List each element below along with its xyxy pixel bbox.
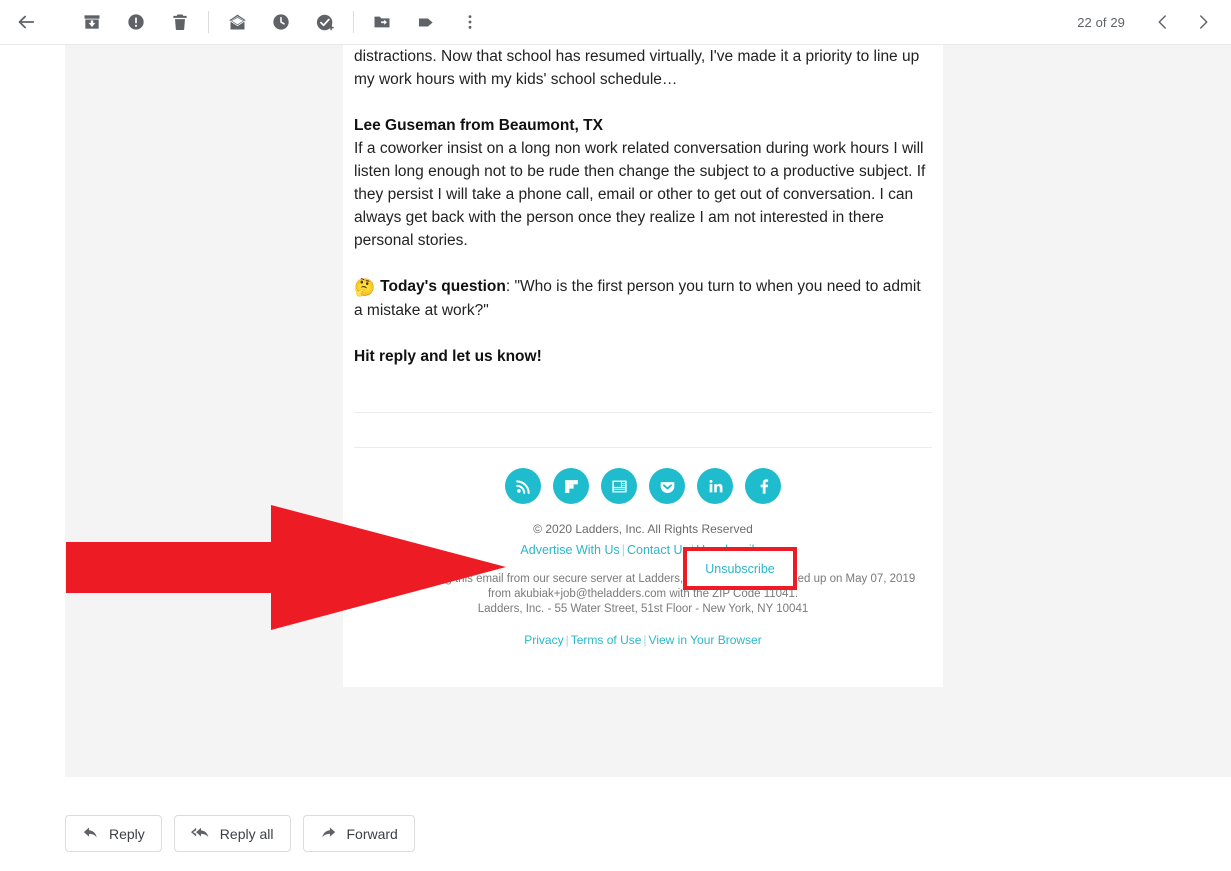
pocket-icon xyxy=(660,481,674,493)
message-toolbar: 22 of 29 xyxy=(0,0,1231,45)
flipboard-link[interactable] xyxy=(553,468,589,504)
delete-button[interactable] xyxy=(158,2,202,42)
link-separator-3: | xyxy=(565,633,569,647)
reply-all-button-label: Reply all xyxy=(219,825,274,842)
social-links-row xyxy=(343,468,943,504)
chevron-left-icon xyxy=(1158,15,1166,29)
back-button[interactable] xyxy=(4,2,48,42)
email-footer: © 2020 Ladders, Inc. All Rights Reserved… xyxy=(343,448,943,648)
toolbar-divider-2 xyxy=(353,11,354,33)
link-separator-2: | xyxy=(690,543,695,557)
facebook-link[interactable] xyxy=(745,468,781,504)
terms-of-use-link[interactable]: Terms of Use xyxy=(571,633,642,647)
archive-icon xyxy=(84,15,100,29)
reading-pane: under the same roof, it's even harder to… xyxy=(65,45,1231,777)
flipboard-icon xyxy=(564,479,578,493)
linkedin-icon xyxy=(708,479,722,492)
reply-button-label: Reply xyxy=(109,825,145,842)
more-options-button[interactable] xyxy=(448,2,492,42)
archive-button[interactable] xyxy=(70,2,114,42)
labels-button[interactable] xyxy=(404,2,448,42)
footer-links-primary: Advertise With Us | Contact Us | Unsubscribe xyxy=(343,542,943,558)
advertise-with-us-link[interactable]: Advertise With Us xyxy=(520,543,619,557)
add-to-tasks-icon xyxy=(316,14,334,30)
mark-unread-icon xyxy=(229,14,245,29)
view-in-browser-link[interactable]: View in Your Browser xyxy=(649,633,762,647)
copyright-text: © 2020 Ladders, Inc. All Rights Reserved xyxy=(533,522,753,536)
paragraph-spacer-1 xyxy=(354,91,932,114)
toolbar-divider-1 xyxy=(208,11,209,33)
move-to-button[interactable] xyxy=(360,2,404,42)
smartnews-link[interactable] xyxy=(601,468,637,504)
linkedin-link[interactable] xyxy=(697,468,733,504)
footer-divider-top xyxy=(354,412,932,413)
reply-arrow-icon xyxy=(83,827,97,838)
forward-arrow-icon xyxy=(321,827,335,838)
forward-button[interactable]: Forward xyxy=(302,815,415,852)
fineprint-line-3: Ladders, Inc. - 55 Water Street, 51st Fl… xyxy=(477,603,809,615)
snooze-button[interactable] xyxy=(259,2,303,42)
report-spam-button[interactable] xyxy=(114,2,158,42)
todays-question-block: 🤔 Today's question: "Who is the first per… xyxy=(354,275,932,322)
contributor-quote: If a coworker insist on a long non work … xyxy=(354,140,926,249)
message-counter: 22 of 29 xyxy=(1077,14,1125,30)
link-separator-1: | xyxy=(621,543,625,557)
fineprint-line-1: You're receiving this email from our sec… xyxy=(370,573,916,585)
thinking-face-emoji: 🤔 xyxy=(354,278,376,297)
report-spam-icon xyxy=(128,14,144,30)
mark-unread-button[interactable] xyxy=(215,2,259,42)
delete-icon xyxy=(173,14,187,31)
move-to-icon xyxy=(374,16,390,28)
smartnews-icon xyxy=(611,480,627,492)
rss-icon xyxy=(515,479,530,494)
unsubscribe-link[interactable]: Unsubscribe xyxy=(696,543,765,557)
paragraph-spacer-2 xyxy=(354,252,932,275)
chevron-right-icon xyxy=(1200,15,1208,29)
contact-us-link[interactable]: Contact Us xyxy=(627,543,689,557)
facebook-icon xyxy=(760,478,768,494)
paragraph-intro: distractions. Now that school has resume… xyxy=(354,48,920,88)
fineprint-block: You're receiving this email from our sec… xyxy=(343,572,943,617)
contributor-name: Lee Guseman from Beaumont, TX xyxy=(354,117,603,134)
more-options-icon xyxy=(468,15,472,29)
rss-link[interactable] xyxy=(505,468,541,504)
email-body: under the same roof, it's even harder to… xyxy=(343,45,943,368)
previous-message-button[interactable] xyxy=(1143,2,1183,42)
email-card: under the same roof, it's even harder to… xyxy=(343,45,943,687)
link-separator-4: | xyxy=(643,633,647,647)
reply-all-button[interactable]: Reply all xyxy=(173,815,291,852)
paragraph-spacer-3 xyxy=(354,322,932,345)
message-actions: Reply Reply all Forward xyxy=(65,815,415,852)
back-arrow-icon xyxy=(18,15,35,29)
fineprint-line-2: from akubiak+job@theladders.com with the… xyxy=(487,588,799,600)
reply-all-arrow-icon xyxy=(190,827,209,838)
todays-question-label: Today's question xyxy=(380,278,506,295)
forward-button-label: Forward xyxy=(346,825,398,842)
add-to-tasks-button[interactable] xyxy=(303,2,347,42)
footer-links-secondary: Privacy | Terms of Use | View in Your Browse… xyxy=(343,632,943,648)
reply-button[interactable]: Reply xyxy=(65,815,162,852)
email-reading-view: 22 of 29 under the same roof, it's even … xyxy=(0,0,1231,871)
labels-icon xyxy=(418,17,433,27)
next-message-button[interactable] xyxy=(1183,2,1223,42)
call-to-action-text: Hit reply and let us know! xyxy=(354,348,542,365)
privacy-link[interactable]: Privacy xyxy=(524,633,563,647)
snooze-icon xyxy=(273,14,289,30)
pocket-link[interactable] xyxy=(649,468,685,504)
